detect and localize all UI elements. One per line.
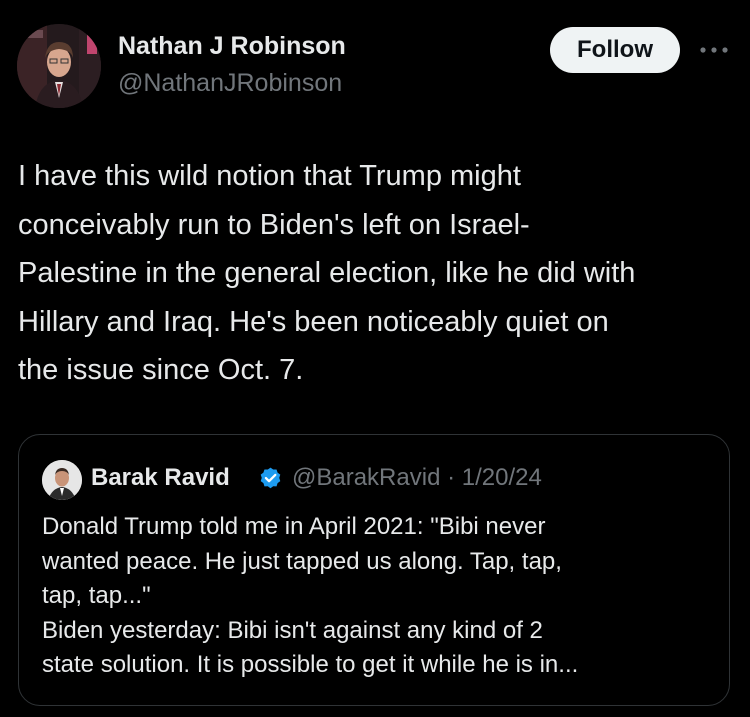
quote-line: tap, tap..." bbox=[42, 582, 151, 609]
quoted-tweet-card[interactable]: Barak Ravid @BarakRavid · 1/20/24 Donald… bbox=[18, 434, 730, 706]
verified-badge-icon bbox=[258, 466, 283, 491]
tweet-line: I have this wild notion that Trump might bbox=[18, 160, 521, 192]
follow-button[interactable]: Follow bbox=[550, 27, 680, 73]
quote-line: Biden yesterday: Bibi isn't against any … bbox=[42, 616, 543, 644]
author-name[interactable]: Nathan J Robinson bbox=[118, 32, 346, 61]
quote-avatar-image bbox=[42, 460, 82, 500]
avatar-image bbox=[17, 24, 101, 108]
tweet-text: I have this wild notion that Trump might… bbox=[18, 152, 738, 395]
quote-handle-date[interactable]: @BarakRavid · 1/20/24 bbox=[292, 464, 542, 492]
quote-line: wanted peace. He just tapped us along. T… bbox=[42, 547, 562, 575]
tweet-line: Palestine in the general election, like … bbox=[18, 257, 636, 289]
tweet-line: conceivably run to Biden's left on Israe… bbox=[18, 208, 530, 241]
more-horizontal-icon[interactable] bbox=[697, 38, 731, 62]
author-handle[interactable]: @NathanJRobinson bbox=[118, 69, 342, 98]
quote-author-name[interactable]: Barak Ravid bbox=[91, 464, 230, 492]
tweet-line: Hillary and Iraq. He's been noticeably q… bbox=[18, 305, 609, 338]
quote-text: Donald Trump told me in April 2021: "Bib… bbox=[42, 510, 712, 683]
author-avatar[interactable] bbox=[17, 24, 101, 108]
quote-author-avatar[interactable] bbox=[42, 460, 82, 500]
quote-line: state solution. It is possible to get it… bbox=[42, 651, 579, 678]
tweet-line: the issue since Oct. 7. bbox=[18, 354, 304, 386]
quote-line: Donald Trump told me in April 2021: "Bib… bbox=[42, 513, 546, 540]
